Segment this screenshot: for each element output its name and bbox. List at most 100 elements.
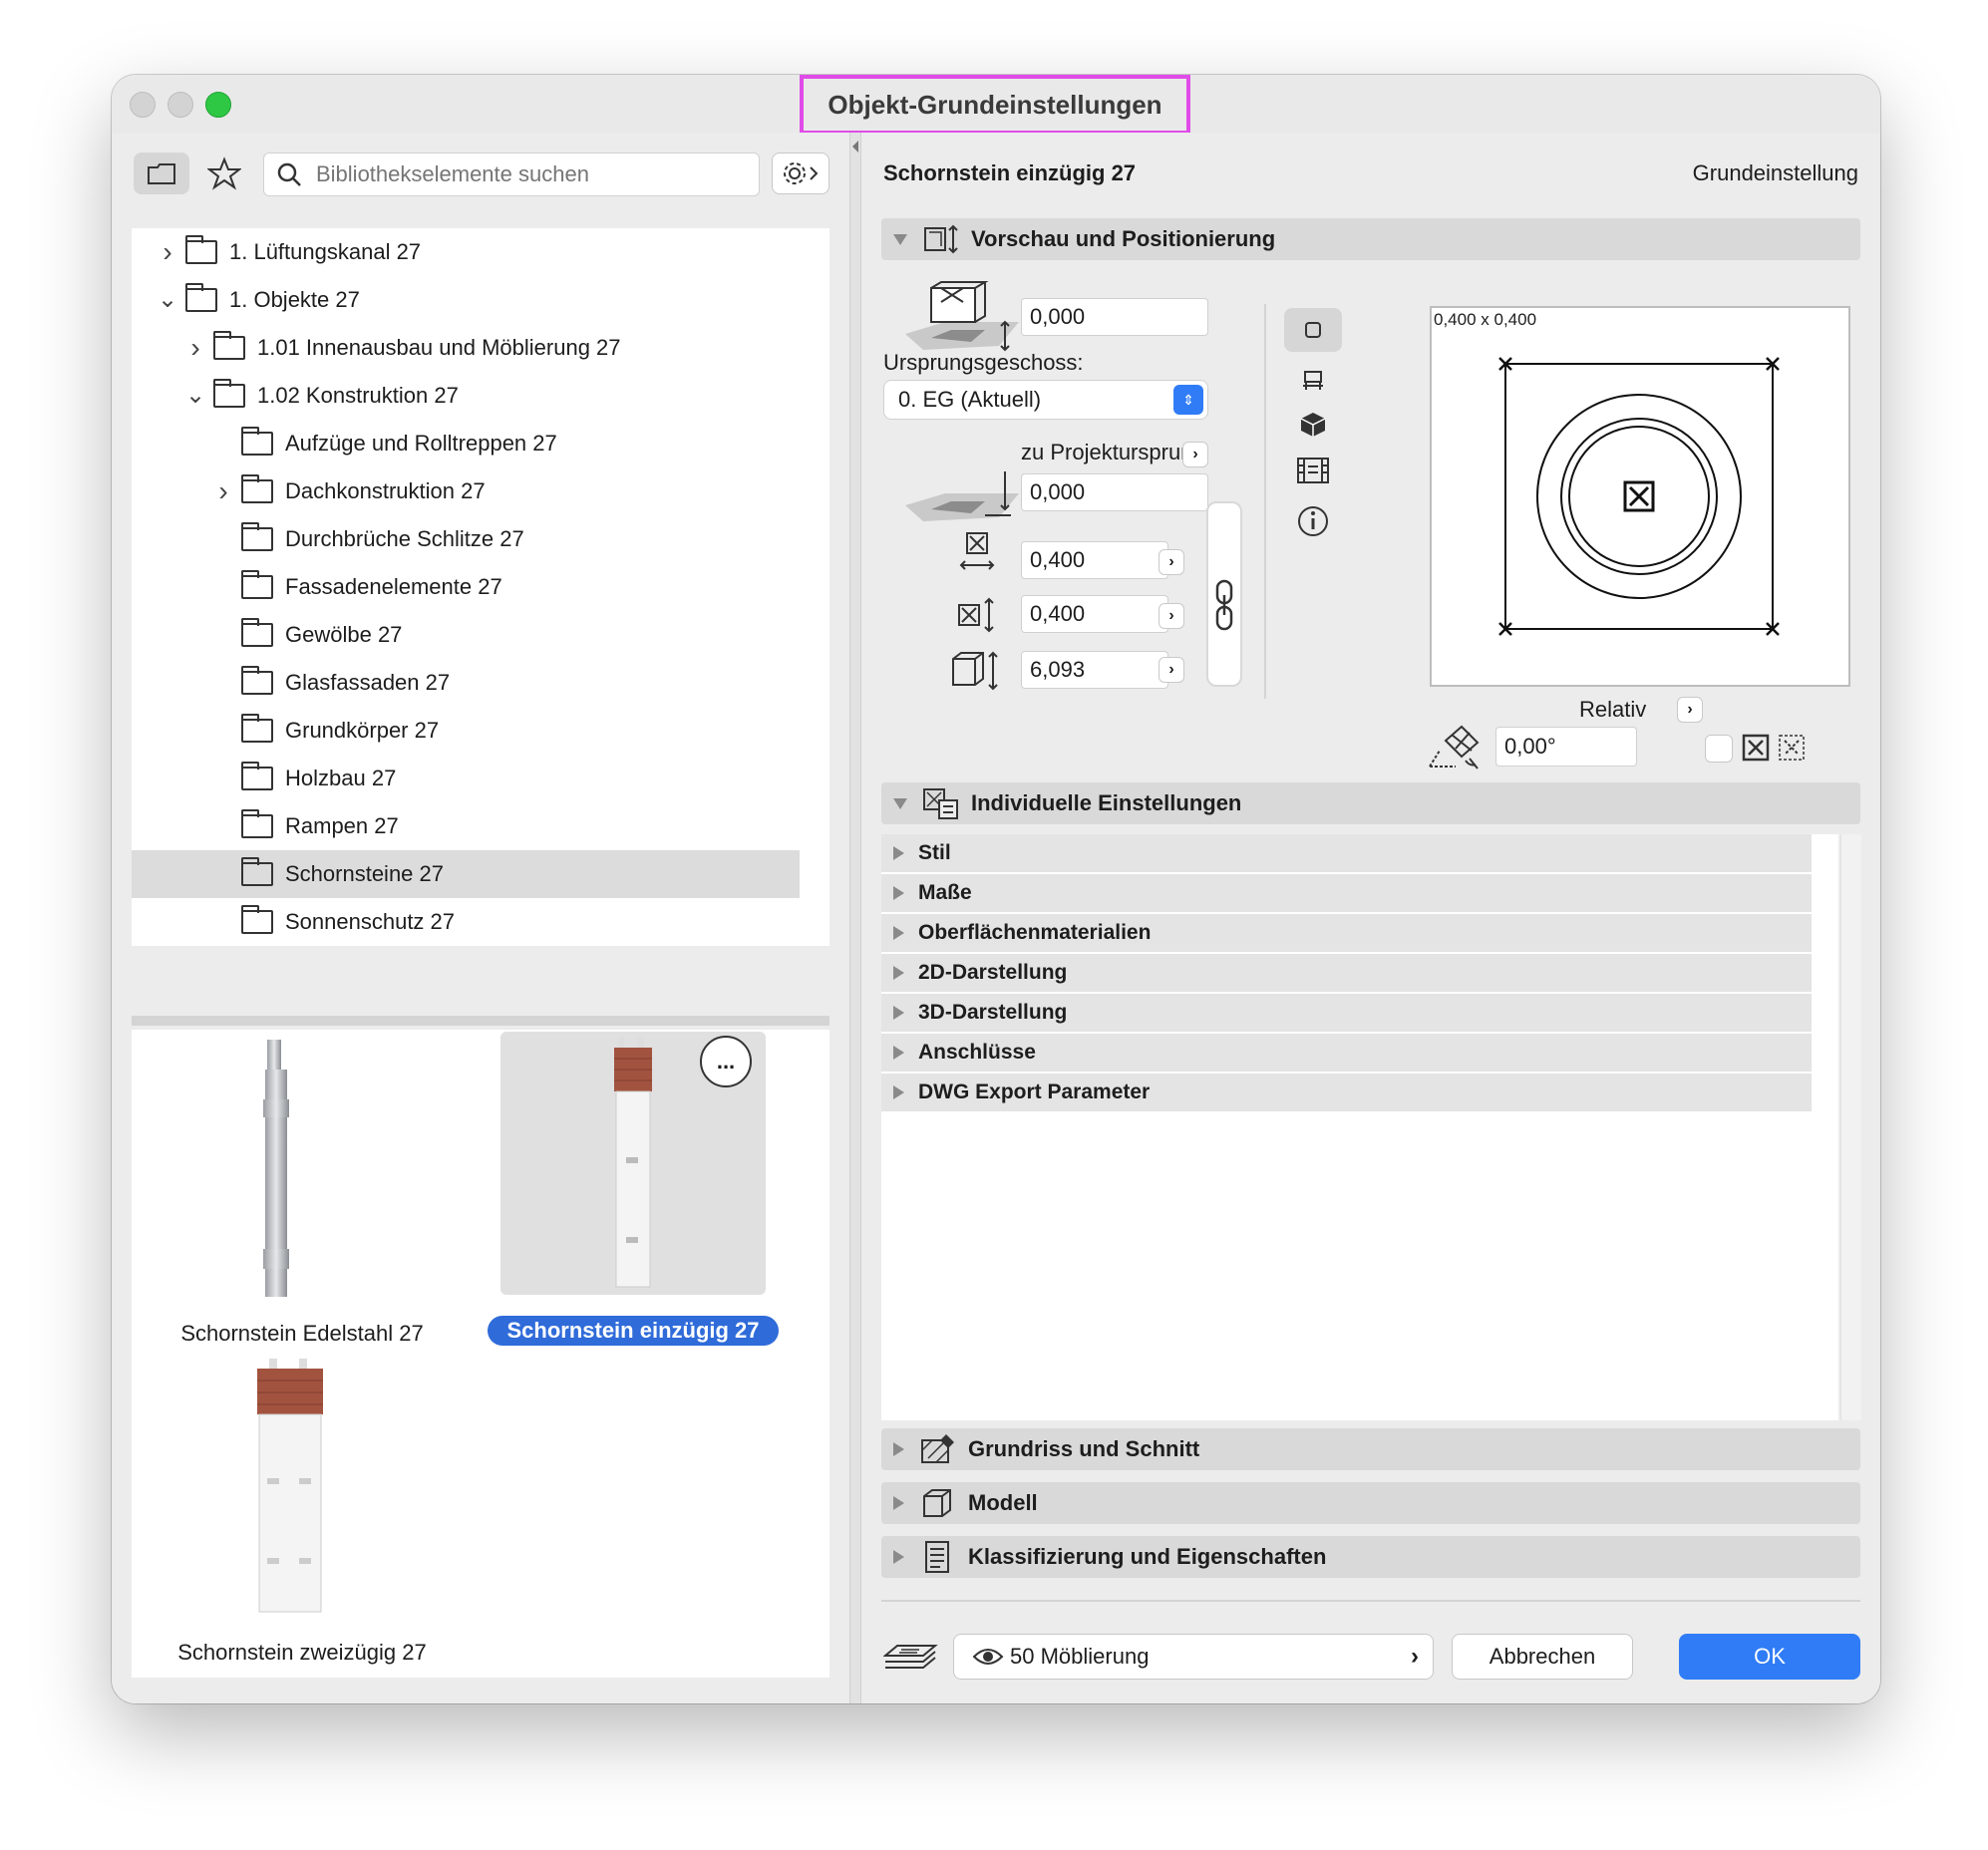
gallery-item-label: Schornstein zweizügig 27 <box>177 1640 427 1665</box>
tree-item[interactable]: ⌄ 1. Objekte 27 <box>132 276 800 324</box>
tree-item-label: Sonnenschutz 27 <box>285 909 456 934</box>
depth-field[interactable]: 0,400 <box>1021 595 1168 633</box>
expand-triangle-icon <box>893 1046 904 1060</box>
custom-subsection-label: Stil <box>918 841 951 864</box>
settings-pane: Schornstein einzügig 27 Grundeinstellung… <box>861 133 1880 1703</box>
tree-item[interactable]: › 1. Lüftungskanal 27 <box>132 228 800 276</box>
custom-subsection-label: DWG Export Parameter <box>918 1080 1151 1103</box>
tree-item[interactable]: Fassadenelemente 27 <box>132 563 800 611</box>
preview-canvas[interactable]: 0,400 x 0,400 <box>1430 306 1850 687</box>
section-preview-header[interactable]: Vorschau und Positionierung <box>881 218 1860 260</box>
tree-item[interactable]: Holzbau 27 <box>132 755 800 802</box>
tree-item[interactable]: Grundkörper 27 <box>132 707 800 755</box>
chevron-right-icon[interactable]: › <box>211 475 235 507</box>
custom-subsection[interactable]: 3D-Darstellung <box>881 994 1812 1034</box>
library-tree: › 1. Lüftungskanal 27 ⌄ 1. Objekte 27 › 1.01 … <box>132 228 829 946</box>
expand-triangle-icon <box>893 1496 904 1510</box>
mirror-dashed-icon <box>1779 735 1805 761</box>
pane-divider[interactable] <box>849 133 861 1703</box>
layer-value: 50 Möblierung <box>1010 1644 1150 1669</box>
height-field[interactable]: 6,093 <box>1021 651 1168 689</box>
angle-field[interactable]: 0,00° <box>1495 727 1637 767</box>
custom-subsection[interactable]: Stil <box>881 834 1812 874</box>
custom-subsection[interactable]: DWG Export Parameter <box>881 1074 1812 1113</box>
cancel-button[interactable]: Abbrechen <box>1452 1634 1633 1680</box>
close-window-button[interactable] <box>130 92 156 118</box>
more-options-button[interactable]: ... <box>700 1036 752 1087</box>
tree-item-label: Grundkörper 27 <box>285 718 440 743</box>
tree-item-label: Dachkonstruktion 27 <box>285 478 486 503</box>
custom-subsection[interactable]: Anschlüsse <box>881 1034 1812 1074</box>
layer-selector[interactable]: 50 Möblierung › <box>953 1634 1434 1680</box>
folder-view-button[interactable] <box>134 153 189 194</box>
favorites-button[interactable] <box>201 153 247 194</box>
tree-item[interactable]: Glasfassaden 27 <box>132 659 800 707</box>
custom-subsection[interactable]: Oberflächenmaterialien <box>881 914 1812 954</box>
tree-item[interactable]: Aufzüge und Rolltreppen 27 <box>132 420 800 467</box>
chevron-right-icon[interactable]: › <box>156 236 179 268</box>
section-classification-header[interactable]: Klassifizierung und Eigenschaften <box>881 1536 1860 1578</box>
tree-item[interactable]: › Dachkonstruktion 27 <box>132 467 800 515</box>
section-model-header[interactable]: Modell <box>881 1482 1860 1524</box>
home-story-value: 0. EG (Aktuell) <box>898 387 1042 412</box>
section-custom-header[interactable]: Individuelle Einstellungen <box>881 782 1860 824</box>
folder-icon <box>241 666 273 695</box>
gallery-item-selected[interactable]: ... <box>500 1032 766 1295</box>
gallery-item[interactable] <box>152 1359 421 1628</box>
section-floorplan-header[interactable]: Grundriss und Schnitt <box>881 1428 1860 1470</box>
depth-arrow-button[interactable]: › <box>1159 603 1184 629</box>
section-model-title: Modell <box>968 1490 1038 1515</box>
mirror-checkbox[interactable] <box>1705 735 1733 763</box>
tree-item[interactable]: Rampen 27 <box>132 802 800 850</box>
tree-item[interactable]: Durchbrüche Schlitze 27 <box>132 515 800 563</box>
chevron-right-icon[interactable]: › <box>183 332 207 364</box>
custom-subsection[interactable]: 2D-Darstellung <box>881 954 1812 994</box>
view-info-button[interactable] <box>1288 499 1338 543</box>
folder-icon <box>241 905 273 934</box>
library-search[interactable] <box>263 153 760 196</box>
project-zero-arrow-button[interactable]: › <box>1182 442 1208 467</box>
relative-arrow-button[interactable]: › <box>1677 697 1703 723</box>
tree-item[interactable]: Schornsteine 27 <box>132 850 800 898</box>
folder-icon <box>213 379 245 408</box>
minimize-window-button[interactable] <box>167 92 193 118</box>
width-icon <box>959 532 995 570</box>
ok-button[interactable]: OK <box>1679 1634 1860 1680</box>
folder-icon <box>241 570 273 599</box>
elevation-field[interactable]: 0,000 <box>1021 298 1208 336</box>
project-zero-field[interactable]: 0,000 <box>1021 473 1208 511</box>
width-field[interactable]: 0,400 <box>1021 541 1168 579</box>
view-list-button[interactable] <box>1288 450 1338 491</box>
pane-splitter[interactable] <box>132 1016 829 1026</box>
custom-subsection-label: Maße <box>918 881 972 904</box>
width-arrow-button[interactable]: › <box>1159 549 1184 575</box>
view-3d-button[interactable] <box>1288 404 1338 446</box>
link-chain-button[interactable] <box>1212 579 1236 631</box>
folder-icon <box>148 163 175 184</box>
tree-item-label: 1. Objekte 27 <box>229 287 360 312</box>
view-elevation-button[interactable] <box>1288 360 1338 400</box>
custom-subsection[interactable]: Maße <box>881 874 1812 914</box>
tree-item[interactable]: Gewölbe 27 <box>132 611 800 659</box>
tree-item[interactable]: › 1.01 Innenausbau und Möblierung 27 <box>132 324 800 372</box>
zoom-window-button[interactable] <box>205 92 231 118</box>
depth-icon <box>958 597 994 633</box>
section-preview-title: Vorschau und Positionierung <box>971 226 1276 251</box>
chevron-right-icon: › <box>1411 1643 1419 1670</box>
gear-icon <box>784 162 819 184</box>
home-story-select[interactable]: 0. EG (Aktuell) ⇕ <box>883 380 1208 420</box>
object-preview-drawing <box>1498 357 1780 636</box>
tree-item[interactable]: ⌄ 1.02 Konstruktion 27 <box>132 372 800 420</box>
height-arrow-button[interactable]: › <box>1159 657 1184 683</box>
floorplan-section-icon <box>921 1434 954 1463</box>
view-floorplan-button[interactable] <box>1284 308 1342 352</box>
chevron-down-icon[interactable]: ⌄ <box>156 288 179 312</box>
folder-icon <box>213 331 245 360</box>
tree-item[interactable]: Sonnenschutz 27 <box>132 898 800 946</box>
tree-item-label: 1.02 Konstruktion 27 <box>257 383 459 408</box>
library-settings-button[interactable] <box>772 153 829 194</box>
custom-settings-scroll-track[interactable] <box>1840 834 1861 1420</box>
gallery-item[interactable] <box>152 1032 421 1321</box>
chevron-down-icon[interactable]: ⌄ <box>183 384 207 408</box>
search-input[interactable] <box>314 157 747 191</box>
